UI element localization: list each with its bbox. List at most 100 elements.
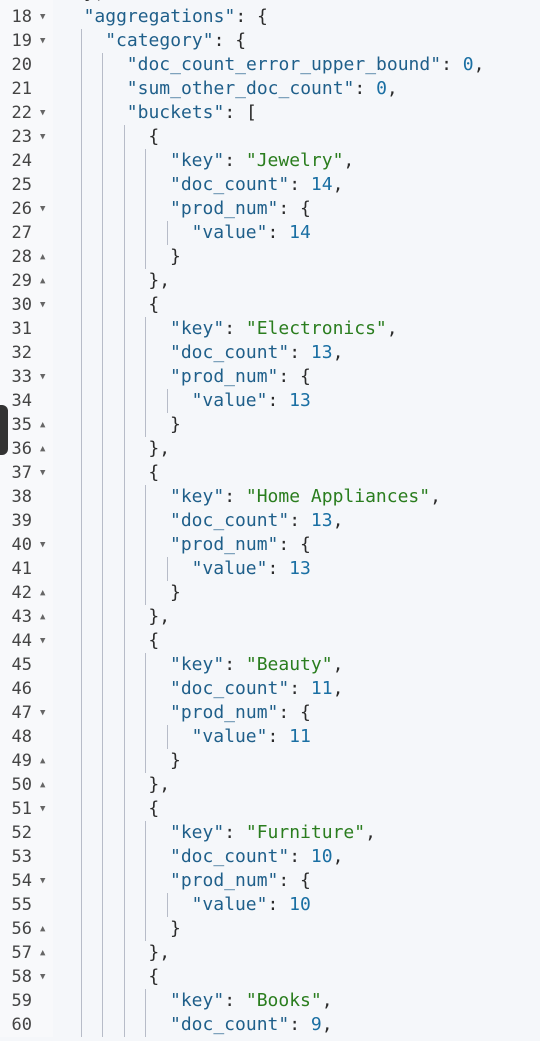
indent-guide: [80, 197, 82, 221]
indent-guide: [80, 245, 82, 269]
fold-arrow-down-icon[interactable]: ▼: [40, 797, 45, 821]
fold-arrow-down-icon[interactable]: ▼: [40, 197, 45, 221]
fold-arrow-down-icon[interactable]: ▼: [40, 5, 45, 29]
fold-arrow-down-icon[interactable]: ▼: [40, 101, 45, 125]
line-gutter: 33 ▼: [0, 365, 53, 389]
code-text: "doc_count_error_upper_bound": 0,: [127, 53, 485, 77]
line-number: 27: [11, 223, 32, 243]
fold-arrow-down-icon[interactable]: ▼: [40, 29, 45, 53]
indent-guide: [102, 509, 104, 533]
json-key: "key": [170, 318, 225, 339]
fold-arrow-up-icon[interactable]: ▲: [40, 245, 45, 269]
fold-arrow-up-icon[interactable]: ▲: [40, 749, 45, 773]
indent-guide: [145, 221, 147, 245]
fold-arrow-up-icon[interactable]: ▲: [40, 917, 45, 941]
json-code-editor[interactable]: 17},18▼"aggregations": {19▼"category": {…: [0, 0, 540, 1037]
json-key: "doc_count": [170, 342, 290, 363]
line-gutter: 41: [0, 557, 53, 581]
json-number: 11: [310, 678, 333, 699]
line-number: 30: [11, 295, 32, 315]
json-punctuation: : {: [278, 702, 311, 723]
json-punctuation: {: [148, 126, 160, 147]
code-text: "key": "Home Appliances",: [170, 485, 441, 509]
code-line: 45 "key": "Beauty",: [0, 653, 540, 677]
json-punctuation: ,: [365, 822, 376, 843]
json-punctuation: ,: [386, 78, 398, 99]
json-punctuation: :: [224, 990, 246, 1011]
code-line: 36 ▲},: [0, 437, 540, 461]
line-gutter: 49 ▲: [0, 749, 53, 773]
line-number: 41: [11, 559, 32, 579]
indent-guide: [145, 365, 147, 389]
indent-guide: [145, 893, 147, 917]
code-line: 46 "doc_count": 11,: [0, 677, 540, 701]
code-text: "prod_num": {: [170, 197, 311, 221]
json-number: 13: [289, 558, 311, 579]
indent-guide: [80, 893, 82, 917]
code-text: }: [170, 749, 181, 773]
code-text: },: [148, 269, 170, 293]
fold-arrow-up-icon[interactable]: ▲: [40, 581, 45, 605]
json-key: "prod_num": [170, 534, 279, 555]
indent-guide: [102, 941, 104, 965]
line-gutter: 30 ▼: [0, 293, 53, 317]
fold-arrow-up-icon[interactable]: ▲: [40, 605, 45, 629]
indent-guide: [145, 557, 147, 581]
json-punctuation: :: [267, 558, 290, 579]
code-text: "doc_count": 14,: [170, 173, 343, 197]
json-key: "doc_count_error_upper_bound": [126, 54, 442, 75]
fold-arrow-down-icon[interactable]: ▼: [40, 629, 45, 653]
code-text: "prod_num": {: [170, 869, 311, 893]
code-text: "aggregations": {: [84, 5, 268, 29]
indent-guide: [123, 629, 125, 653]
indent-guide: [80, 653, 82, 677]
line-gutter: 55: [0, 893, 53, 917]
fold-arrow-down-icon[interactable]: ▼: [40, 461, 45, 485]
line-number: 45: [11, 655, 32, 675]
indent-guide: [123, 1013, 125, 1037]
line-number: 26: [11, 199, 32, 219]
json-key: "doc_count": [170, 1014, 290, 1035]
indent-guide: [123, 893, 125, 917]
json-key: "doc_count": [170, 678, 290, 699]
fold-arrow-up-icon[interactable]: ▲: [40, 437, 45, 461]
indent-guide: [123, 821, 125, 845]
fold-arrow-down-icon[interactable]: ▼: [40, 125, 45, 149]
fold-arrow-down-icon[interactable]: ▼: [40, 869, 45, 893]
indent-guide: [102, 341, 104, 365]
fold-arrow-down-icon[interactable]: ▼: [40, 701, 45, 725]
indent-guide: [80, 437, 82, 461]
fold-arrow-down-icon[interactable]: ▼: [40, 365, 45, 389]
json-punctuation: :: [289, 1014, 311, 1035]
fold-arrow-down-icon[interactable]: ▼: [40, 965, 45, 989]
fold-arrow-up-icon[interactable]: ▲: [40, 941, 45, 965]
indent-guide: [102, 125, 104, 149]
json-punctuation: :: [289, 678, 311, 699]
json-string: "Books": [245, 990, 322, 1011]
code-text: "category": {: [105, 29, 246, 53]
indent-guide: [123, 245, 125, 269]
line-gutter: 44 ▼: [0, 629, 53, 653]
json-punctuation: :: [224, 654, 246, 675]
indent-guide: [80, 773, 82, 797]
fold-arrow-up-icon[interactable]: ▲: [40, 413, 45, 437]
code-text: "value": 14: [192, 221, 311, 245]
json-punctuation: :: [267, 894, 290, 915]
fold-arrow-up-icon[interactable]: ▲: [40, 773, 45, 797]
indent-guide: [145, 917, 147, 941]
fold-arrow-up-icon[interactable]: ▲: [40, 269, 45, 293]
line-number: 55: [11, 895, 32, 915]
json-key: "buckets": [126, 102, 225, 123]
code-text: }: [170, 917, 181, 941]
fold-arrow-down-icon[interactable]: ▼: [40, 533, 45, 557]
line-gutter: 25: [0, 173, 53, 197]
indent-guide: [123, 509, 125, 533]
side-panel-handle[interactable]: [0, 405, 8, 455]
fold-arrow-down-icon[interactable]: ▼: [40, 293, 45, 317]
code-text: {: [148, 965, 159, 989]
indent-guide: [123, 437, 125, 461]
code-text: "doc_count": 9,: [170, 1013, 333, 1037]
code-line: 31 "key": "Electronics",: [0, 317, 540, 341]
indent-guide: [80, 749, 82, 773]
line-gutter: 53: [0, 845, 53, 869]
